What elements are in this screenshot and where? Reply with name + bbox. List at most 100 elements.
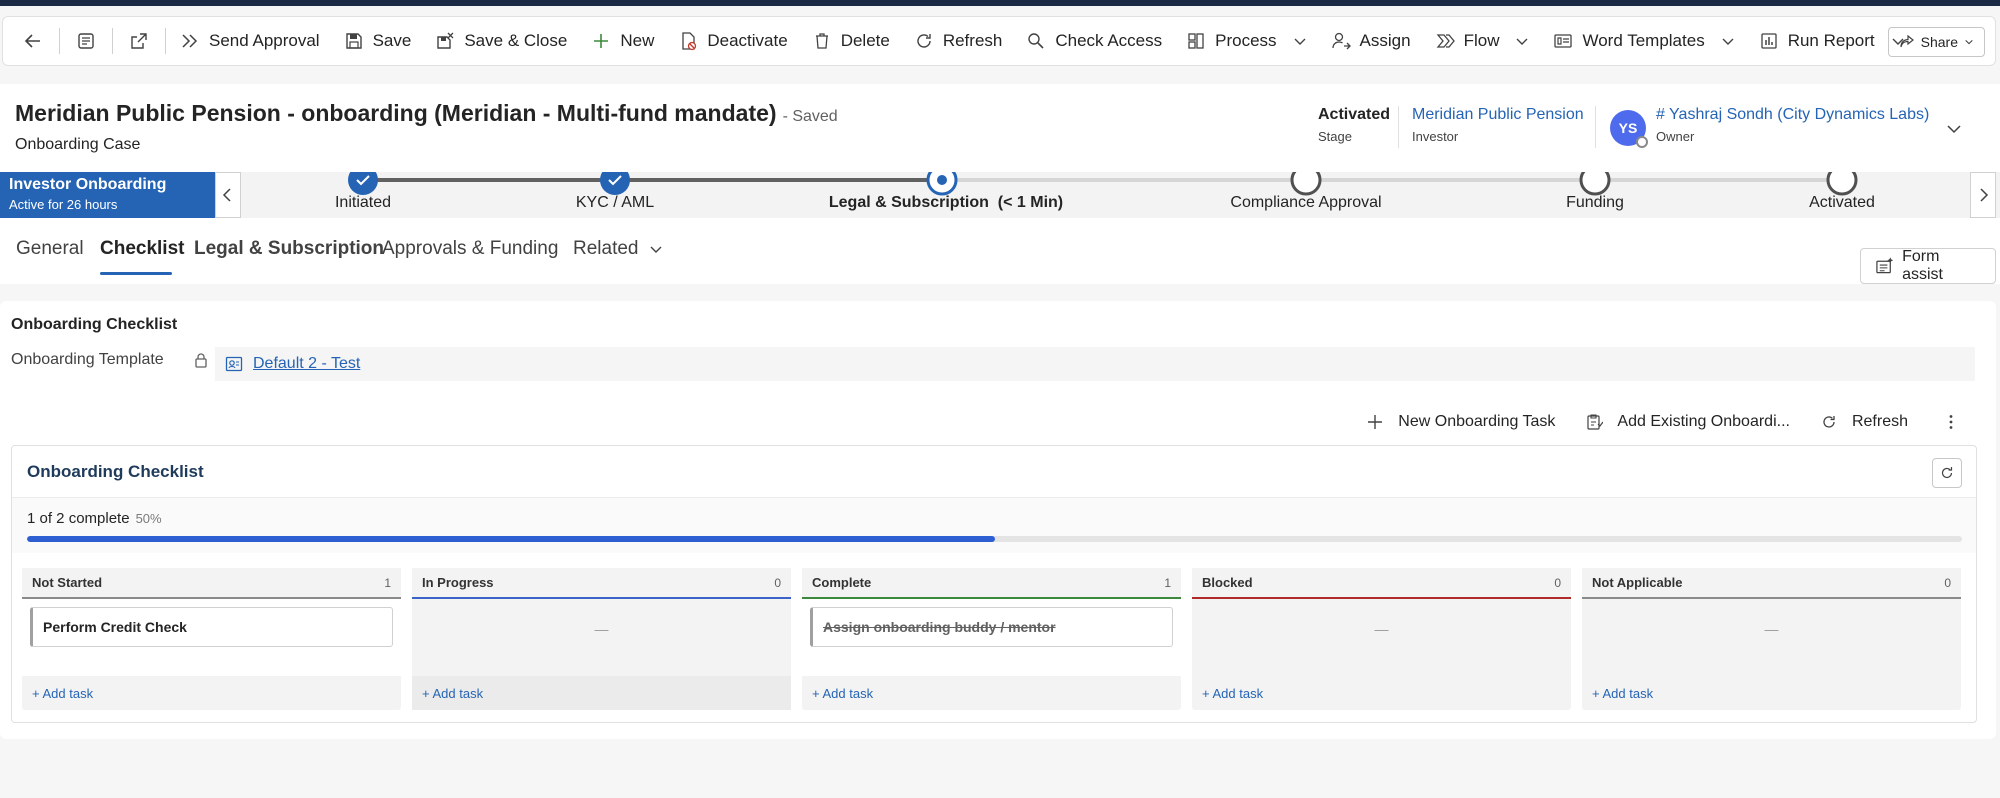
add-task-link[interactable]: + Add task bbox=[1592, 686, 1653, 701]
flow-menu-button[interactable]: Flow bbox=[1423, 21, 1542, 61]
column-name: Blocked bbox=[1202, 575, 1253, 590]
board-refresh-button[interactable] bbox=[1932, 458, 1962, 488]
process-icon bbox=[1188, 33, 1204, 49]
column-body: Perform Credit Check bbox=[22, 599, 401, 676]
form-assist-label: Form assist bbox=[1902, 248, 1943, 283]
stage-marker-activated[interactable] bbox=[1826, 172, 1858, 196]
add-task-link[interactable]: + Add task bbox=[1202, 686, 1263, 701]
investor-label: Investor bbox=[1412, 129, 1459, 144]
tab-related[interactable]: Related bbox=[573, 238, 663, 260]
task-card[interactable]: Perform Credit Check bbox=[30, 607, 393, 647]
column-footer: + Add task bbox=[22, 676, 401, 710]
divider bbox=[112, 28, 113, 54]
save-label: Save bbox=[372, 31, 412, 50]
share-button[interactable]: Share bbox=[1887, 27, 1985, 57]
section-title: Onboarding Checklist bbox=[11, 316, 178, 333]
more-options-icon[interactable] bbox=[1942, 413, 1960, 431]
delete-button[interactable]: Delete bbox=[800, 21, 902, 61]
add-task-link[interactable]: + Add task bbox=[32, 686, 93, 701]
open-external-icon bbox=[131, 33, 147, 49]
command-bar: Send Approval Save Save & Close New Deac… bbox=[2, 16, 1996, 66]
expand-header-chevron-icon[interactable] bbox=[1945, 120, 1963, 138]
tab-legal-subscription[interactable]: Legal & Subscription bbox=[194, 238, 384, 260]
add-existing-task-button[interactable]: Add Existing Onboardi... bbox=[1585, 413, 1790, 431]
next-stage-button[interactable] bbox=[1970, 172, 1996, 218]
word-templates-menu-button[interactable]: Word Templates bbox=[1541, 21, 1746, 61]
tab-general[interactable]: General bbox=[16, 238, 84, 260]
onboarding-checklist-board: Onboarding Checklist 1 of 2 complete 50% … bbox=[11, 445, 1977, 723]
stage-label-legal[interactable]: Legal & Subscription (< 1 Min) bbox=[829, 194, 1063, 212]
add-task-link[interactable]: + Add task bbox=[812, 686, 873, 701]
form-selector-button[interactable] bbox=[62, 21, 110, 61]
chevron-down-icon bbox=[1722, 38, 1734, 45]
column-footer: + Add task bbox=[1192, 676, 1571, 710]
form-icon bbox=[78, 33, 94, 49]
send-approval-button[interactable]: Send Approval bbox=[168, 21, 332, 61]
save-button[interactable]: Save bbox=[332, 21, 424, 61]
stage-label-initiated[interactable]: Initiated bbox=[335, 194, 391, 212]
process-menu-button[interactable]: Process bbox=[1174, 21, 1318, 61]
tab-checklist[interactable]: Checklist bbox=[100, 238, 184, 260]
new-onboarding-task-button[interactable]: New Onboarding Task bbox=[1366, 413, 1555, 431]
open-new-window-button[interactable] bbox=[115, 21, 163, 61]
share-icon bbox=[1900, 34, 1914, 48]
form-assist-button[interactable]: Form assist bbox=[1860, 248, 1996, 284]
tab-related-label: Related bbox=[573, 238, 639, 259]
stage-marker-legal[interactable] bbox=[926, 172, 958, 196]
report-icon bbox=[1761, 33, 1777, 49]
save-close-button[interactable]: Save & Close bbox=[423, 21, 579, 61]
flow-label: Flow bbox=[1463, 31, 1500, 50]
assign-button[interactable]: Assign bbox=[1319, 21, 1423, 61]
save-icon bbox=[345, 33, 362, 49]
stage-label-compliance[interactable]: Compliance Approval bbox=[1230, 194, 1381, 212]
record-entity-name: Onboarding Case bbox=[15, 136, 141, 153]
template-field-value: Default 2 - Test bbox=[215, 347, 1975, 381]
stage-marker-kyc[interactable] bbox=[600, 172, 630, 195]
task-card-completed[interactable]: Assign onboarding buddy / mentor bbox=[810, 607, 1173, 647]
check-access-label: Check Access bbox=[1055, 31, 1163, 50]
column-body: — bbox=[1582, 599, 1961, 676]
progress-bar-fill bbox=[27, 536, 995, 542]
column-name: Not Started bbox=[32, 575, 103, 590]
column-count: 0 bbox=[1944, 575, 1951, 590]
completed-stage-icon bbox=[600, 172, 630, 195]
investor-link[interactable]: Meridian Public Pension bbox=[1412, 106, 1584, 124]
progress-count: 1 of 2 complete bbox=[27, 510, 130, 527]
business-process-flow: Investor Onboarding Active for 26 hours … bbox=[0, 172, 2000, 218]
deactivate-document-icon bbox=[682, 32, 697, 51]
stage-label-funding[interactable]: Funding bbox=[1566, 194, 1624, 212]
chevron-down-icon bbox=[1965, 39, 1973, 45]
divider bbox=[1398, 106, 1399, 148]
new-button[interactable]: New bbox=[579, 21, 666, 61]
column-blocked: Blocked 0 — + Add task bbox=[1192, 568, 1571, 710]
progress-bar bbox=[27, 536, 1962, 542]
new-onboarding-task-label: New Onboarding Task bbox=[1398, 413, 1556, 430]
subgrid-refresh-button[interactable]: Refresh bbox=[1820, 413, 1908, 431]
back-button[interactable] bbox=[3, 21, 57, 61]
template-link[interactable]: Default 2 - Test bbox=[253, 355, 360, 373]
active-process-flag[interactable]: Investor Onboarding Active for 26 hours bbox=[0, 172, 215, 218]
record-title-text: Meridian Public Pension - onboarding (Me… bbox=[15, 100, 777, 126]
deactivate-button[interactable]: Deactivate bbox=[666, 21, 799, 61]
check-access-button[interactable]: Check Access bbox=[1014, 21, 1174, 61]
process-name: Investor Onboarding bbox=[9, 176, 167, 193]
refresh-button[interactable]: Refresh bbox=[902, 21, 1015, 61]
tab-approvals-funding[interactable]: Approvals & Funding bbox=[382, 238, 558, 260]
stage-marker-funding[interactable] bbox=[1579, 172, 1611, 196]
deactivate-label: Deactivate bbox=[707, 31, 788, 50]
stage-label-kyc[interactable]: KYC / AML bbox=[576, 194, 654, 212]
progress-summary: 1 of 2 complete 50% bbox=[27, 510, 162, 527]
back-arrow-icon bbox=[24, 34, 40, 48]
stage-marker-initiated[interactable] bbox=[348, 172, 378, 195]
empty-column-marker: — bbox=[1374, 621, 1389, 637]
stage-marker-compliance[interactable] bbox=[1290, 172, 1322, 196]
add-existing-task-label: Add Existing Onboardi... bbox=[1617, 413, 1790, 430]
stage-label-activated[interactable]: Activated bbox=[1809, 194, 1875, 212]
previous-stage-button[interactable] bbox=[215, 172, 241, 218]
owner-link[interactable]: # Yashraj Sondh (City Dynamics Labs) bbox=[1656, 106, 1929, 124]
search-key-icon bbox=[1028, 33, 1044, 49]
word-templates-label: Word Templates bbox=[1582, 31, 1705, 50]
add-task-link[interactable]: + Add task bbox=[422, 686, 483, 701]
form-tabs: General Checklist Legal & Subscription A… bbox=[0, 232, 1000, 275]
column-body: Assign onboarding buddy / mentor bbox=[802, 599, 1181, 676]
